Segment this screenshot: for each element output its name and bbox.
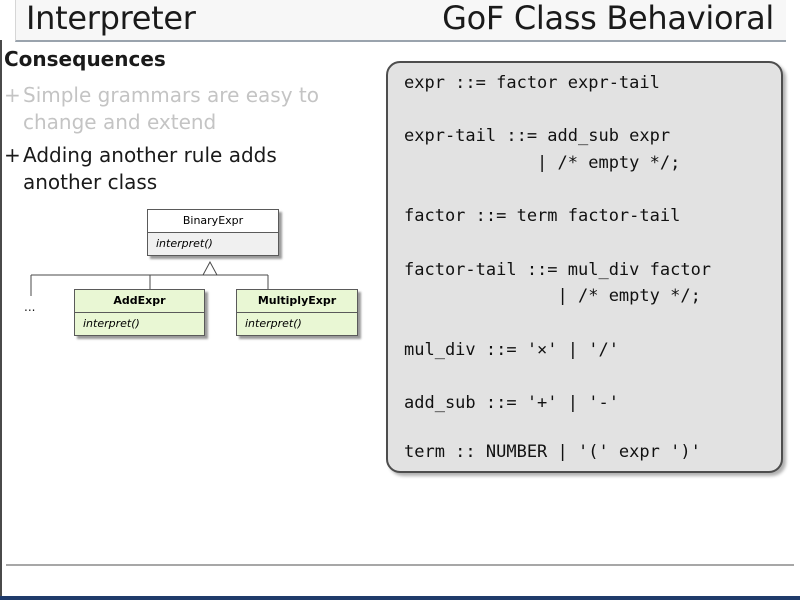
inheritance-arrowhead [202, 260, 218, 276]
grammar-line: expr ::= factor expr-tail [404, 73, 660, 93]
grammar-line: factor ::= term factor-tail [404, 206, 681, 226]
window-bottom-edge [0, 596, 800, 600]
class-method: interpret() [83, 317, 140, 330]
class-name: BinaryExpr [148, 210, 278, 233]
class-method: interpret() [245, 317, 302, 330]
class-name: MultiplyExpr [237, 290, 357, 313]
grammar-line: | /* empty */; [404, 153, 681, 173]
uml-class-multiplyexpr: MultiplyExpr interpret() [236, 289, 358, 336]
uml-class-binaryexpr: BinaryExpr interpret() [147, 209, 279, 256]
more-subclasses: ... [24, 300, 36, 314]
class-name: AddExpr [75, 290, 204, 313]
class-method: interpret() [156, 237, 213, 250]
grammar-line: expr-tail ::= add_sub expr [404, 126, 671, 146]
grammar-line: mul_div ::= '×' | '/' [404, 340, 619, 360]
grammar-line: term :: NUMBER | '(' expr ')' [404, 442, 701, 462]
grammar-code-panel: expr ::= factor expr-tail expr-tail ::= … [386, 61, 783, 473]
grammar-line: factor-tail ::= mul_div factor [404, 260, 712, 280]
footer-divider [6, 564, 794, 566]
uml-class-addexpr: AddExpr interpret() [74, 289, 205, 336]
grammar-line: add_sub ::= '+' | '-' [404, 393, 619, 413]
grammar-line: | /* empty */; [404, 286, 701, 306]
